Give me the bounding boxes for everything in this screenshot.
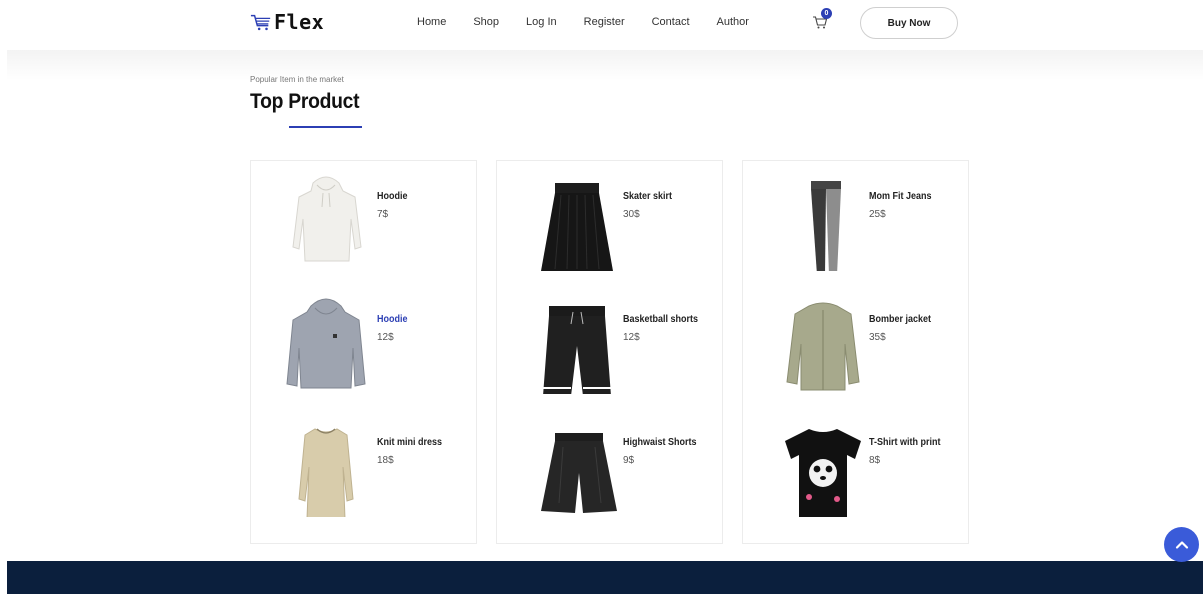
product-card[interactable]: Mom Fit Jeans 25$ <box>743 161 968 281</box>
product-name[interactable]: Bomber jacket <box>869 314 931 325</box>
product-price: 30$ <box>623 209 640 220</box>
black-basketball-shorts-image[interactable] <box>517 284 627 394</box>
main-nav: Home Shop Log In Register Contact Author <box>417 16 776 28</box>
product-price: 12$ <box>623 332 640 343</box>
product-card[interactable]: Bomber jacket 35$ <box>743 284 968 404</box>
product-name[interactable]: Knit mini dress <box>377 437 442 448</box>
product-price: 7$ <box>377 209 389 220</box>
nav-home[interactable]: Home <box>417 16 446 28</box>
grey-black-jeans-image[interactable] <box>763 161 873 271</box>
product-price: 8$ <box>869 455 881 466</box>
grey-hoodie-image[interactable] <box>271 284 381 394</box>
product-name[interactable]: Mom Fit Jeans <box>869 191 932 202</box>
logo-cart-icon <box>250 14 271 31</box>
product-price: 12$ <box>377 332 394 343</box>
nav-shop[interactable]: Shop <box>473 16 499 28</box>
product-price: 35$ <box>869 332 886 343</box>
logo[interactable]: Flex <box>250 10 324 34</box>
buy-now-button[interactable]: Buy Now <box>860 7 958 39</box>
product-card[interactable]: Skater skirt 30$ <box>497 161 722 281</box>
page: Flex Home Shop Log In Register Contact A… <box>7 0 1203 594</box>
white-hoodie-image[interactable] <box>271 161 381 271</box>
beige-knit-dress-image[interactable] <box>271 407 381 517</box>
site-footer <box>7 561 1203 594</box>
cart-count-badge: 0 <box>821 8 832 19</box>
product-price: 18$ <box>377 455 394 466</box>
product-column: Mom Fit Jeans 25$ Bomber jacket 35$ T-Sh… <box>742 160 969 544</box>
black-leather-shorts-image[interactable] <box>517 407 627 517</box>
product-card[interactable]: Knit mini dress 18$ <box>251 407 476 527</box>
product-card[interactable]: Hoodie 12$ <box>251 284 476 404</box>
product-name[interactable]: T-Shirt with print <box>869 437 940 448</box>
black-panda-tshirt-image[interactable] <box>763 407 873 517</box>
product-column: Skater skirt 30$ Basketball shorts 12$ H… <box>496 160 723 544</box>
section-subtitle: Popular Item in the market <box>250 75 344 84</box>
product-name[interactable]: Hoodie <box>377 314 408 325</box>
product-card[interactable]: Highwaist Shorts 9$ <box>497 407 722 527</box>
logo-text: Flex <box>274 10 325 34</box>
product-name[interactable]: Highwaist Shorts <box>623 437 697 448</box>
site-header: Flex Home Shop Log In Register Contact A… <box>7 0 1203 50</box>
header-shadow <box>7 50 1203 80</box>
product-name[interactable]: Hoodie <box>377 191 408 202</box>
nav-log-in[interactable]: Log In <box>526 16 557 28</box>
olive-bomber-jacket-image[interactable] <box>763 284 873 394</box>
nav-contact[interactable]: Contact <box>652 16 690 28</box>
title-underline <box>289 126 362 128</box>
black-skater-skirt-image[interactable] <box>517 161 627 271</box>
section-title: Top Product <box>250 90 360 113</box>
product-card[interactable]: Hoodie 7$ <box>251 161 476 281</box>
scroll-to-top-button[interactable] <box>1164 527 1199 562</box>
product-name[interactable]: Skater skirt <box>623 191 672 202</box>
product-column: Hoodie 7$ Hoodie 12$ Knit mini dress 18$ <box>250 160 477 544</box>
nav-register[interactable]: Register <box>584 16 625 28</box>
product-card[interactable]: T-Shirt with print 8$ <box>743 407 968 527</box>
product-card[interactable]: Basketball shorts 12$ <box>497 284 722 404</box>
product-price: 9$ <box>623 455 635 466</box>
product-name[interactable]: Basketball shorts <box>623 314 698 325</box>
product-price: 25$ <box>869 209 886 220</box>
nav-author[interactable]: Author <box>717 16 749 28</box>
chevron-up-icon <box>1175 540 1188 549</box>
